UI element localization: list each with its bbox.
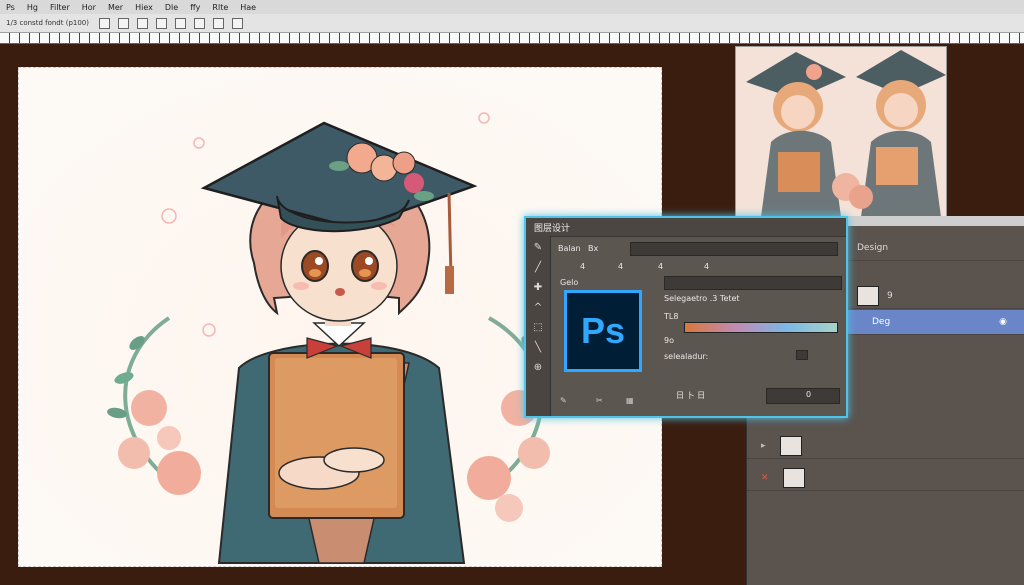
field-label-2: Bx — [588, 244, 599, 253]
color-gradient-bar[interactable] — [684, 322, 838, 333]
menu-item-ps[interactable]: Ps — [0, 3, 21, 12]
option-button[interactable] — [193, 17, 205, 29]
reference-illustration — [736, 47, 946, 217]
menu-item-dle[interactable]: Dle — [159, 3, 184, 12]
options-bar: 1/3 constd fondt (p100) — [0, 14, 1024, 33]
document-info: 1/3 constd fondt (p100) — [6, 19, 89, 27]
eye-icon[interactable]: ◉ — [999, 317, 1007, 327]
arrow-icon: ▸ — [761, 441, 766, 451]
option-button[interactable] — [155, 17, 167, 29]
menu-item-hor[interactable]: Hor — [76, 3, 102, 12]
photoshop-logo: Ps — [564, 290, 642, 372]
tick-label: 4 — [704, 262, 710, 271]
option-button[interactable] — [231, 17, 243, 29]
grid-icon[interactable]: ▦ — [626, 396, 634, 405]
footer-text: 日 卜 日 — [676, 391, 706, 400]
menu-item-filter[interactable]: Filter — [44, 3, 76, 12]
tick-label: 4 — [618, 262, 624, 271]
photoshop-dialog: 图层设计 ✎ ╱ ✚ ^ ⬚ ╲ ⊕ Balan Bx 4 4 4 4 Gelo… — [524, 216, 848, 418]
layer-row[interactable]: ✕ — [747, 466, 1024, 491]
footer-value: 0 — [806, 390, 812, 399]
pen-tool-icon[interactable]: ✎ — [530, 240, 546, 256]
scissors-icon[interactable]: ✂ — [596, 396, 603, 405]
design-label: Design — [857, 243, 889, 253]
setting-text: Selegaetro .3 Tetet — [664, 294, 740, 303]
brush-tool-icon[interactable]: ╱ — [530, 260, 546, 276]
checkbox[interactable] — [796, 350, 808, 360]
move-tool-icon[interactable]: ✚ — [530, 280, 546, 296]
layer-name: 9 — [887, 291, 893, 301]
section-label: Gelo — [560, 278, 579, 287]
line-tool-icon[interactable]: ╲ — [530, 340, 546, 356]
menu-item-mer[interactable]: Mer — [102, 3, 129, 12]
value-label: 9o — [664, 336, 674, 345]
layer-thumbnail — [782, 468, 805, 488]
bottom-text: selealadur: — [664, 352, 709, 361]
field-label: Balan — [558, 244, 581, 253]
tick-label: 4 — [580, 262, 586, 271]
horizontal-ruler — [0, 33, 1024, 44]
option-button[interactable] — [136, 17, 148, 29]
reference-thumbnail[interactable] — [735, 46, 947, 218]
layer-thumbnail — [857, 286, 879, 306]
tl-label: TL8 — [664, 312, 679, 321]
menu-item-hae[interactable]: Hae — [234, 3, 262, 12]
option-button[interactable] — [212, 17, 224, 29]
text-field[interactable] — [630, 242, 838, 256]
slider-field[interactable] — [664, 276, 842, 290]
option-button[interactable] — [98, 17, 110, 29]
option-button[interactable] — [117, 17, 129, 29]
zoom-tool-icon[interactable]: ⊕ — [530, 360, 546, 376]
layer-name: Deg — [872, 317, 891, 327]
footer-field[interactable] — [766, 388, 840, 404]
select-tool-icon[interactable]: ⬚ — [530, 320, 546, 336]
arrow-tool-icon[interactable]: ^ — [530, 300, 546, 316]
layer-thumbnail — [779, 436, 802, 456]
tool-column: ✎ ╱ ✚ ^ ⬚ ╲ ⊕ — [526, 236, 551, 416]
option-button[interactable] — [174, 17, 186, 29]
tick-label: 4 — [658, 262, 664, 271]
dialog-title-bar: 图层设计 — [526, 218, 846, 237]
layer-row[interactable]: ▸ — [747, 434, 1024, 459]
dialog-title: 图层设计 — [534, 223, 571, 234]
menu-item-hiex[interactable]: Hiex — [129, 3, 159, 12]
menu-item-ffy[interactable]: ffy — [184, 3, 206, 12]
tool-icon[interactable]: ✎ — [560, 396, 567, 405]
menu-bar: Ps Hg Filter Hor Mer Hiex Dle ffy Rlte H… — [0, 0, 1024, 15]
close-icon[interactable]: ✕ — [761, 473, 769, 483]
menu-item-hg[interactable]: Hg — [21, 3, 44, 12]
menu-item-rlte[interactable]: Rlte — [206, 3, 234, 12]
